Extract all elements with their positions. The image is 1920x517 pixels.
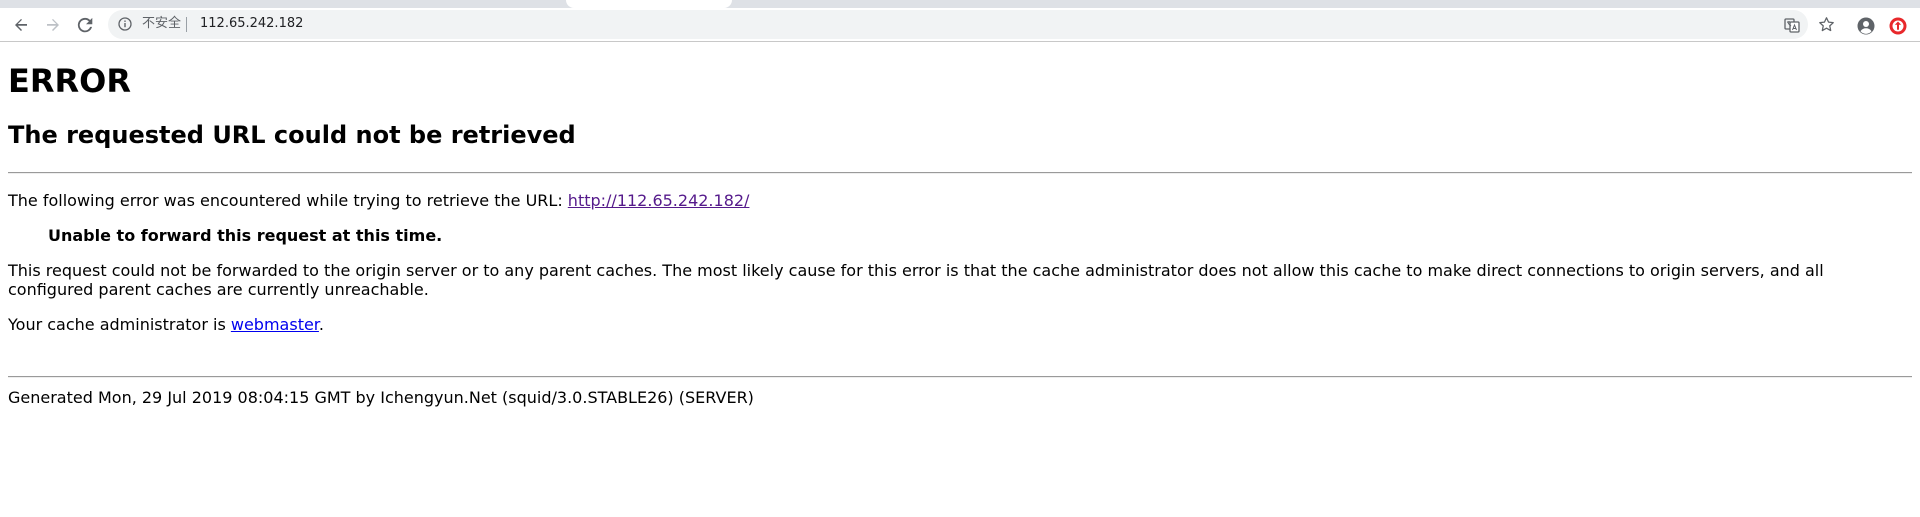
tab-strip [0,0,1920,8]
account-icon[interactable] [1857,17,1875,35]
forward-icon [47,19,59,31]
webmaster-link[interactable]: webmaster [231,315,319,334]
page-content: ERROR The requested URL could not be ret… [0,42,1920,517]
star-icon[interactable] [1818,16,1835,33]
footer-text: Generated Mon, 29 Jul 2019 08:04:15 GMT … [8,388,754,407]
back-button[interactable] [9,13,33,37]
intro-text: The following error was encountered whil… [8,191,568,210]
address-bar[interactable]: 不安全 112.65.242.182 [108,10,1834,39]
reload-icon [77,17,93,33]
translate-icon[interactable] [1784,17,1800,33]
reload-button[interactable] [73,13,97,37]
page-subtitle: The requested URL could not be retrieved [8,121,576,149]
divider-top [8,172,1912,174]
extension-icon[interactable] [1889,17,1907,35]
error-message: Unable to forward this request at this t… [48,226,443,245]
admin-suffix: . [318,315,325,334]
info-icon[interactable] [118,17,132,31]
forward-button[interactable] [41,13,65,37]
admin-prefix: Your cache administrator is [8,315,231,334]
address-separator [186,17,187,32]
back-icon [15,19,27,31]
explanation-text: This request could not be forwarded to t… [8,261,1824,299]
page-title: ERROR [8,62,131,100]
intro-line: The following error was encountered whil… [8,191,749,210]
browser-toolbar: 不安全 112.65.242.182 [0,8,1920,42]
requested-url-link[interactable]: http://112.65.242.182/ [568,191,750,210]
divider-bottom [8,376,1912,378]
security-label[interactable]: 不安全 [142,16,181,32]
address-text[interactable]: 112.65.242.182 [200,16,303,32]
active-tab[interactable] [566,0,732,8]
admin-line: Your cache administrator is webmaster. [8,315,324,334]
